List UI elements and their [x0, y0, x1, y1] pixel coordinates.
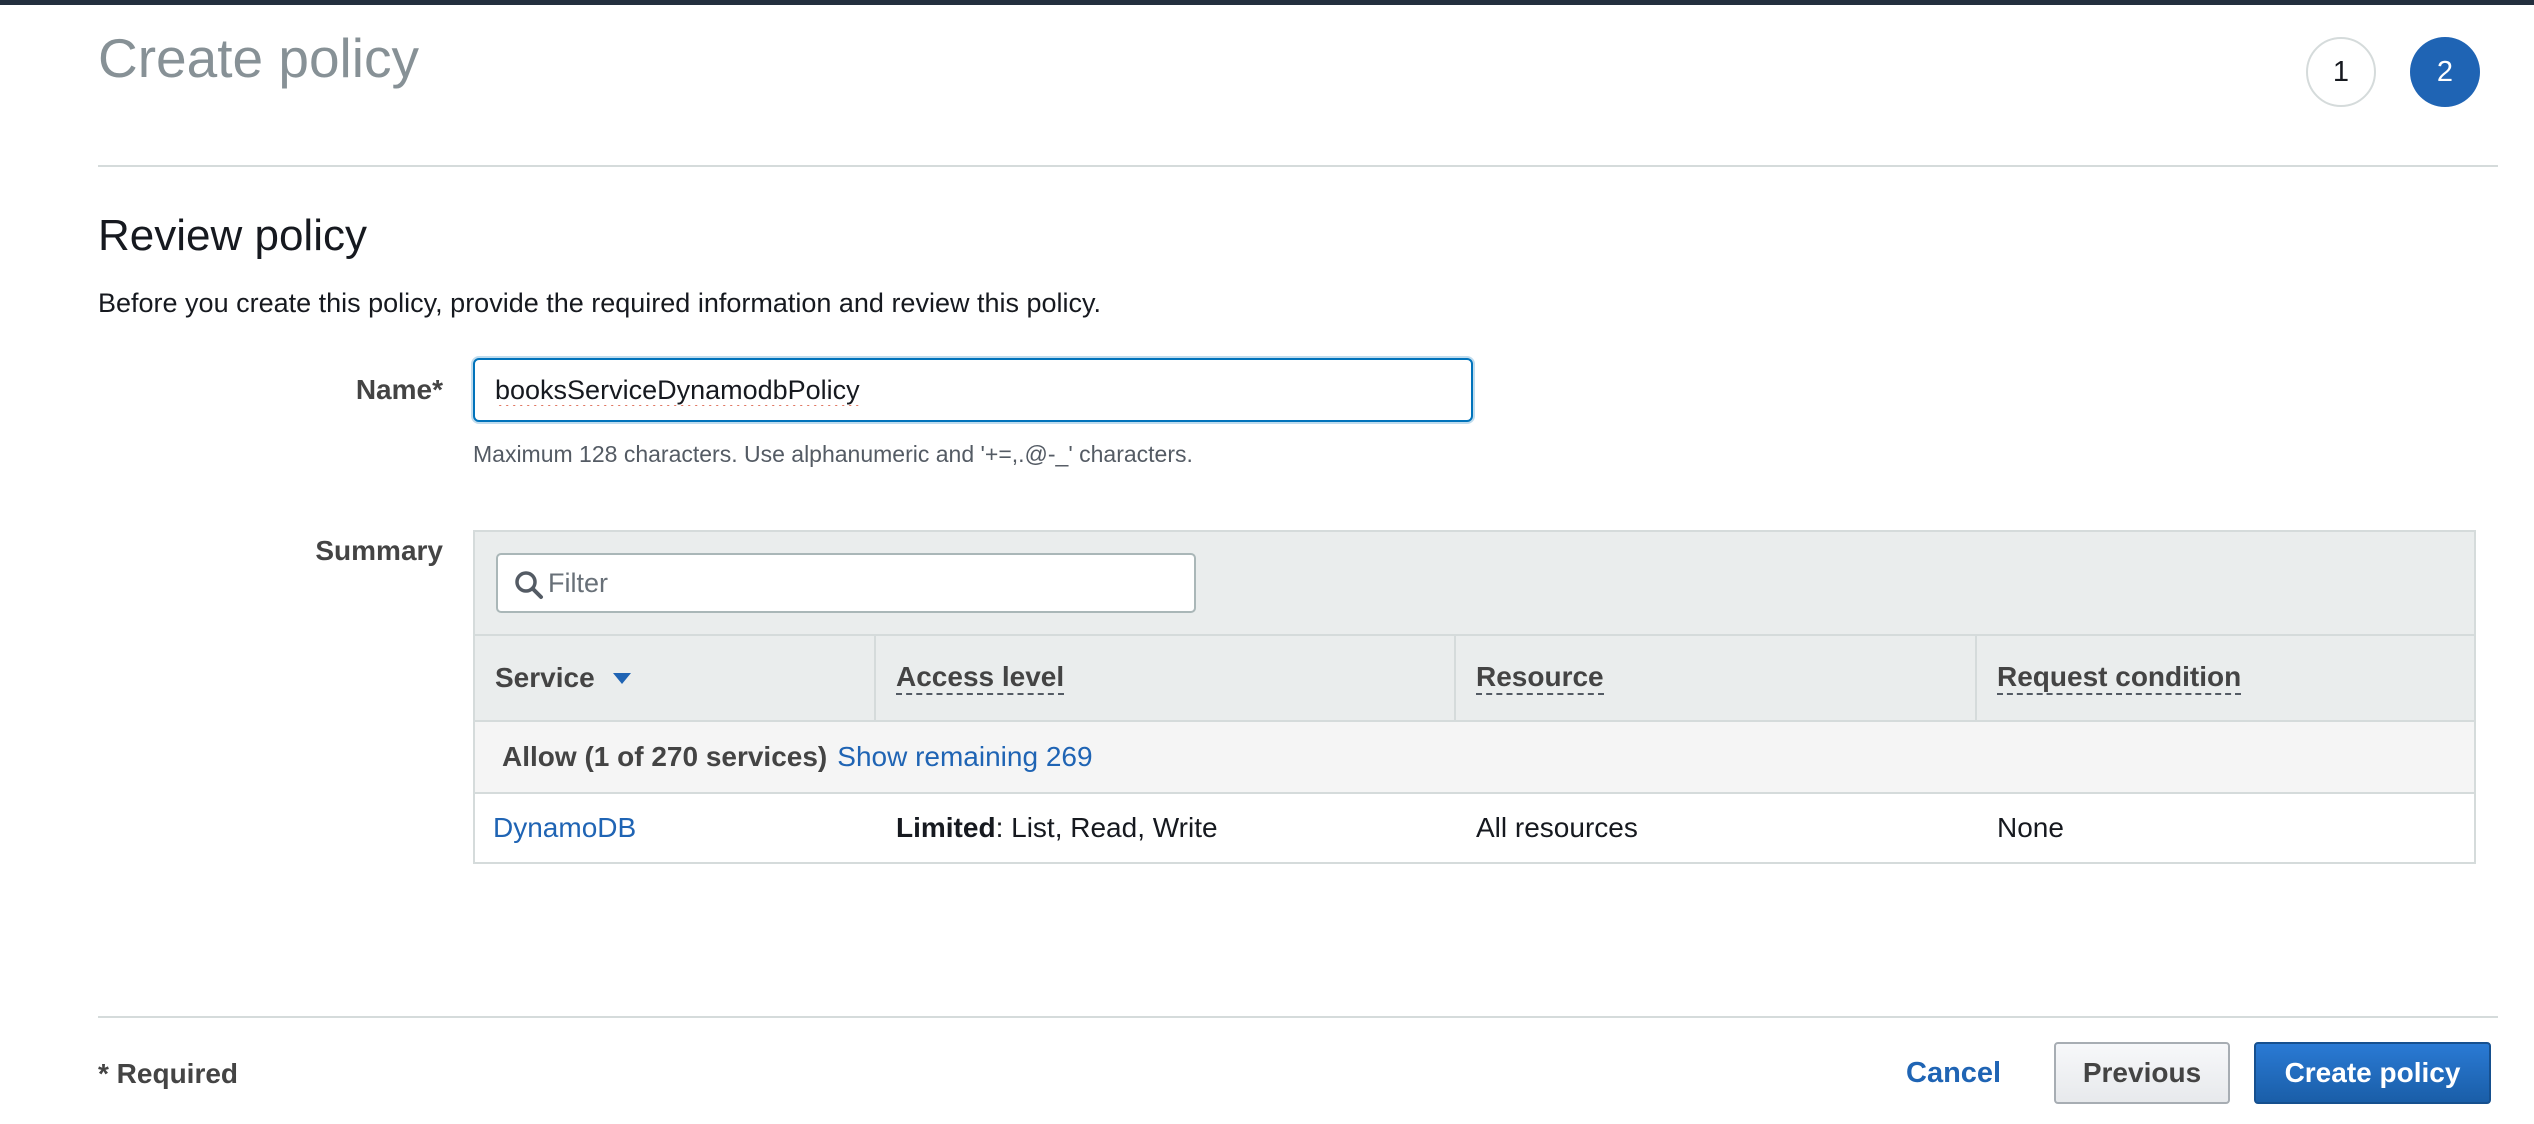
required-note: * Required: [98, 1058, 239, 1089]
name-label: Name*: [355, 374, 443, 405]
table-row: DynamoDB Limited: List, Read, Write All …: [475, 794, 2474, 864]
column-header-access-level: Access level: [876, 636, 1456, 720]
sort-down-icon[interactable]: [612, 672, 631, 684]
column-header-label: Service: [495, 662, 595, 693]
table-header: Service Access level Resource Request co…: [475, 636, 2474, 722]
column-header-label: Resource: [1476, 661, 1604, 695]
column-header-request-condition: Request condition: [1977, 636, 2474, 720]
create-policy-page: Create policy 1 2 Review policy Before y…: [0, 0, 2534, 1124]
service-cell: DynamoDB: [475, 794, 876, 862]
cancel-button[interactable]: Cancel: [1890, 1042, 2017, 1104]
step-1-indicator[interactable]: 1: [2306, 37, 2376, 107]
top-bar: [0, 0, 2534, 5]
create-policy-button[interactable]: Create policy: [2254, 1042, 2491, 1104]
access-level-detail: : List, Read, Write: [995, 812, 1218, 843]
page-title: Create policy: [98, 27, 419, 89]
access-level-cell: Limited: List, Read, Write: [876, 794, 1456, 862]
service-link[interactable]: DynamoDB: [493, 812, 636, 844]
filter-input[interactable]: [548, 555, 1178, 611]
column-header-resource: Resource: [1456, 636, 1977, 720]
allow-group-label: Allow (1 of 270 services): [502, 741, 828, 772]
column-header-label: Access level: [896, 661, 1065, 695]
access-level-strong: Limited: [896, 812, 996, 843]
summary-label: Summary: [315, 535, 443, 566]
filter-field[interactable]: [496, 553, 1196, 613]
section-title: Review policy: [98, 211, 367, 260]
column-header-service[interactable]: Service: [475, 636, 876, 720]
search-icon: [515, 571, 543, 599]
bottom-divider: [98, 1016, 2498, 1018]
show-remaining-link[interactable]: Show remaining 269: [837, 741, 1092, 773]
summary-table: Service Access level Resource Request co…: [473, 530, 2476, 864]
resource-cell: All resources: [1476, 812, 1638, 843]
allow-group-row: Allow (1 of 270 services) Show remaining…: [475, 722, 2474, 794]
name-input[interactable]: [473, 358, 1473, 422]
step-2-indicator[interactable]: 2: [2410, 37, 2480, 107]
top-divider: [98, 165, 2498, 167]
name-hint: Maximum 128 characters. Use alphanumeric…: [473, 441, 1193, 467]
section-description: Before you create this policy, provide t…: [98, 288, 1102, 318]
previous-button[interactable]: Previous: [2054, 1042, 2230, 1104]
request-condition-cell: None: [1997, 812, 2064, 843]
filter-bar: [475, 532, 2474, 636]
column-header-label: Request condition: [1997, 661, 2242, 695]
